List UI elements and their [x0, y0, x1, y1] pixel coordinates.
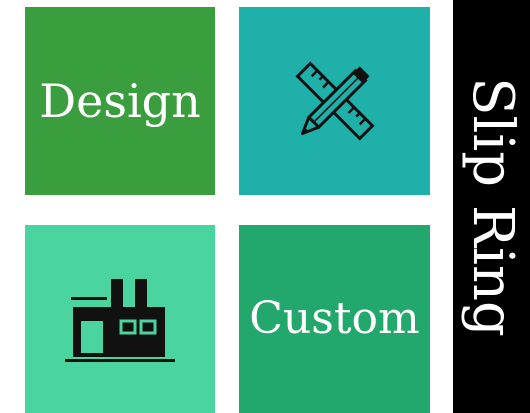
ruler-pencil-icon	[287, 53, 383, 149]
design-tile[interactable]: Design	[25, 7, 215, 195]
slip-ring-banner-text: Slip Ring	[459, 76, 525, 337]
design-tile-label: Design	[39, 74, 201, 128]
tile-menu: Design Custom Slip Ring	[0, 0, 530, 413]
factory-icon	[65, 271, 175, 367]
custom-tile[interactable]: Custom	[239, 225, 430, 413]
tools-tile[interactable]	[239, 7, 430, 195]
slip-ring-banner[interactable]: Slip Ring	[453, 0, 530, 413]
factory-tile[interactable]	[25, 225, 215, 413]
custom-tile-label: Custom	[249, 293, 420, 344]
